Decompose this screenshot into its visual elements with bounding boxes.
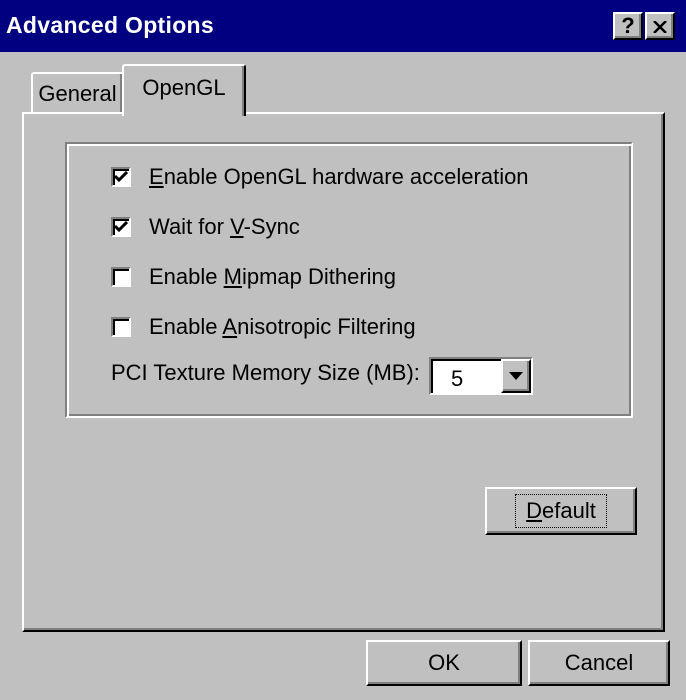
tab-opengl[interactable]: OpenGL: [122, 64, 246, 116]
anisotropic-filtering-option[interactable]: Enable Anisotropic Filtering: [111, 314, 416, 340]
opengl-options-group: Enable OpenGL hardware acceleration Wait…: [65, 142, 633, 418]
tab-general[interactable]: General: [31, 72, 124, 114]
hw-acceleration-option[interactable]: Enable OpenGL hardware acceleration: [111, 164, 529, 190]
help-icon: ?: [621, 13, 635, 38]
vsync-checkbox[interactable]: [111, 217, 131, 237]
hw-acceleration-label: Enable OpenGL hardware acceleration: [149, 164, 529, 189]
ok-button[interactable]: OK: [366, 640, 522, 686]
mipmap-dithering-checkbox[interactable]: [111, 267, 131, 287]
vsync-label: Wait for V-Sync: [149, 214, 300, 239]
texture-memory-value: 5: [451, 366, 464, 391]
default-button[interactable]: Default: [485, 487, 637, 535]
mipmap-dithering-option[interactable]: Enable Mipmap Dithering: [111, 264, 396, 290]
close-button[interactable]: [645, 12, 675, 40]
anisotropic-filtering-label: Enable Anisotropic Filtering: [149, 314, 416, 339]
checkmark-icon: [114, 171, 128, 183]
window-title: Advanced Options: [6, 12, 214, 38]
ok-button-label: OK: [428, 650, 460, 675]
vsync-option[interactable]: Wait for V-Sync: [111, 214, 300, 240]
tab-general-label: General: [38, 81, 117, 106]
tab-panel-opengl: Enable OpenGL hardware acceleration Wait…: [22, 112, 665, 632]
close-icon: [653, 13, 667, 39]
hw-acceleration-checkbox[interactable]: [111, 167, 131, 187]
texture-memory-select[interactable]: 5: [429, 357, 533, 395]
default-button-label: Default: [515, 494, 607, 528]
cancel-button[interactable]: Cancel: [528, 640, 670, 686]
mipmap-dithering-label: Enable Mipmap Dithering: [149, 264, 397, 289]
dropdown-button[interactable]: [501, 359, 531, 393]
anisotropic-filtering-checkbox[interactable]: [111, 317, 131, 337]
tab-opengl-label: OpenGL: [142, 75, 226, 100]
checkmark-icon: [114, 221, 128, 233]
cancel-button-label: Cancel: [564, 650, 634, 675]
chevron-down-icon: [509, 372, 523, 380]
title-bar: Advanced Options ?: [0, 0, 686, 52]
help-button[interactable]: ?: [613, 12, 643, 40]
texture-memory-label: PCI Texture Memory Size (MB):: [111, 360, 420, 385]
